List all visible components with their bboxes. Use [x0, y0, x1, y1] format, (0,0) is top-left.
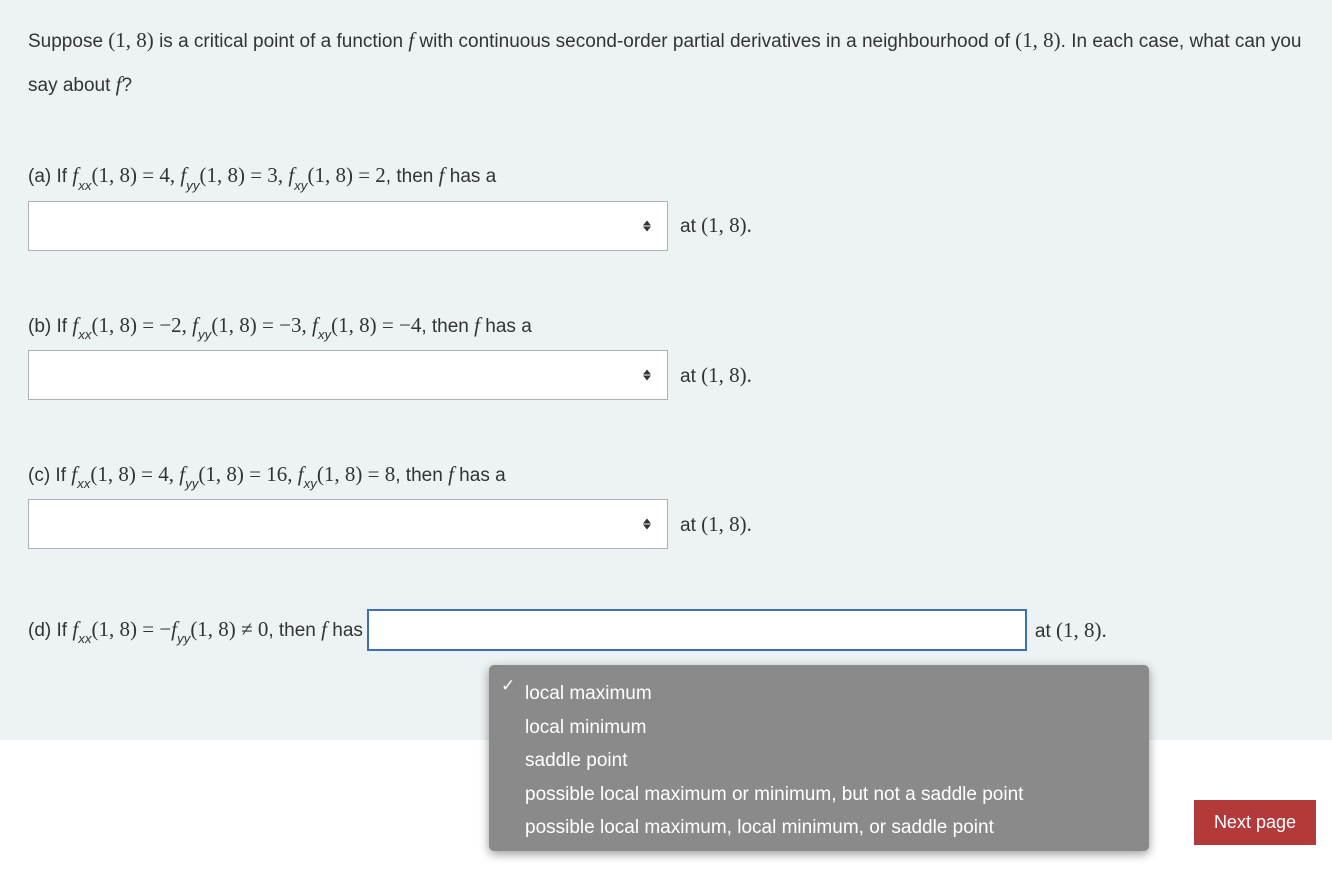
- part-b-prompt: (b) If fxx(1, 8) = −2, fyy(1, 8) = −3, f…: [28, 311, 1304, 342]
- text: , then: [268, 620, 321, 641]
- text: (1, 8) = 8: [317, 462, 395, 486]
- text: , then: [421, 316, 474, 337]
- text: at: [1035, 621, 1056, 642]
- text: ,: [182, 313, 193, 337]
- sub: xx: [78, 631, 91, 646]
- text: (1, 8): [701, 213, 747, 237]
- text: f: [298, 462, 304, 486]
- text: with continuous second-order partial der…: [414, 31, 1015, 52]
- text: at: [680, 515, 701, 536]
- text: Suppose: [28, 31, 108, 52]
- part-d-prompt: (d) If fxx(1, 8) = −fyy(1, 8) ≠ 0, then …: [28, 615, 363, 646]
- part-c-prompt: (c) If fxx(1, 8) = 4, fyy(1, 8) = 16, fx…: [28, 460, 1304, 491]
- text: has a: [444, 166, 496, 187]
- text: f: [312, 313, 318, 337]
- text: (1, 8): [1056, 618, 1102, 642]
- text: (1, 8): [701, 363, 747, 387]
- select-arrows-icon: [643, 220, 651, 231]
- sub: yy: [177, 631, 190, 646]
- math-point: (1, 8): [1015, 28, 1061, 52]
- sub: xy: [294, 178, 307, 193]
- sub: yy: [186, 178, 199, 193]
- text: , then: [395, 465, 448, 486]
- text: (d) If: [28, 620, 72, 641]
- text: .: [1102, 618, 1107, 642]
- text: (1, 8) = 4: [91, 163, 169, 187]
- dropdown-option-local-max[interactable]: local maximum: [489, 677, 1149, 711]
- text: has a: [480, 316, 532, 337]
- text: , then: [386, 166, 439, 187]
- answer-select-b[interactable]: [28, 350, 668, 400]
- sub: yy: [185, 476, 198, 491]
- text: (1, 8) = −4: [331, 313, 421, 337]
- text: ,: [287, 462, 298, 486]
- question-intro: Suppose (1, 8) is a critical point of a …: [28, 18, 1304, 106]
- text: (1, 8) = −2: [91, 313, 181, 337]
- text: .: [747, 363, 752, 387]
- next-page-button[interactable]: Next page: [1194, 800, 1316, 845]
- text: (1, 8): [701, 512, 747, 536]
- select-arrows-icon: [643, 370, 651, 381]
- text: is a critical point of a function: [154, 31, 409, 52]
- text: (1, 8) = 2: [307, 163, 385, 187]
- sub: xy: [318, 327, 331, 342]
- suffix-c: at (1, 8).: [680, 512, 752, 537]
- text: at: [680, 366, 701, 387]
- part-a-prompt: (a) If fxx(1, 8) = 4, fyy(1, 8) = 3, fxy…: [28, 161, 1304, 192]
- text: ,: [278, 163, 289, 187]
- text: (1, 8) ≠ 0: [190, 617, 268, 641]
- text: (1, 8) = 16: [198, 462, 287, 486]
- sub: xy: [304, 476, 317, 491]
- text: (1, 8) = 3: [199, 163, 277, 187]
- part-c: (c) If fxx(1, 8) = 4, fyy(1, 8) = 16, fx…: [28, 460, 1304, 549]
- answer-select-c[interactable]: [28, 499, 668, 549]
- sub: xx: [78, 178, 91, 193]
- text: ,: [302, 313, 313, 337]
- text: (c) If: [28, 465, 71, 486]
- part-b: (b) If fxx(1, 8) = −2, fyy(1, 8) = −3, f…: [28, 311, 1304, 400]
- sub: xx: [78, 327, 91, 342]
- sub: yy: [198, 327, 211, 342]
- text: has: [327, 620, 363, 641]
- text: .: [747, 512, 752, 536]
- answer-select-d[interactable]: [367, 609, 1027, 651]
- part-d: (d) If fxx(1, 8) = −fyy(1, 8) ≠ 0, then …: [28, 609, 1304, 651]
- text: (1, 8) = −3: [211, 313, 301, 337]
- text: (b) If: [28, 316, 72, 337]
- text: ?: [122, 75, 133, 96]
- text: .: [747, 213, 752, 237]
- answer-select-a[interactable]: [28, 201, 668, 251]
- math-point: (1, 8): [108, 28, 154, 52]
- dropdown-option-saddle[interactable]: saddle point: [489, 744, 1149, 778]
- suffix-b: at (1, 8).: [680, 363, 752, 388]
- suffix-d: at (1, 8).: [1035, 618, 1107, 643]
- suffix-a: at (1, 8).: [680, 213, 752, 238]
- text: (1, 8) = −: [91, 617, 171, 641]
- part-a: (a) If fxx(1, 8) = 4, fyy(1, 8) = 3, fxy…: [28, 161, 1304, 250]
- text: (1, 8) = 4: [90, 462, 168, 486]
- text: (a) If: [28, 166, 72, 187]
- dropdown-option-possible-max-min[interactable]: possible local maximum or minimum, but n…: [489, 778, 1149, 812]
- text: has a: [454, 465, 506, 486]
- text: ,: [170, 163, 181, 187]
- text: ,: [169, 462, 180, 486]
- text: at: [680, 216, 701, 237]
- dropdown-option-local-min[interactable]: local minimum: [489, 711, 1149, 745]
- sub: xx: [77, 476, 90, 491]
- select-arrows-icon: [643, 519, 651, 530]
- dropdown-menu: local maximum local minimum saddle point…: [489, 665, 1149, 851]
- dropdown-option-possible-all[interactable]: possible local maximum, local minimum, o…: [489, 811, 1149, 845]
